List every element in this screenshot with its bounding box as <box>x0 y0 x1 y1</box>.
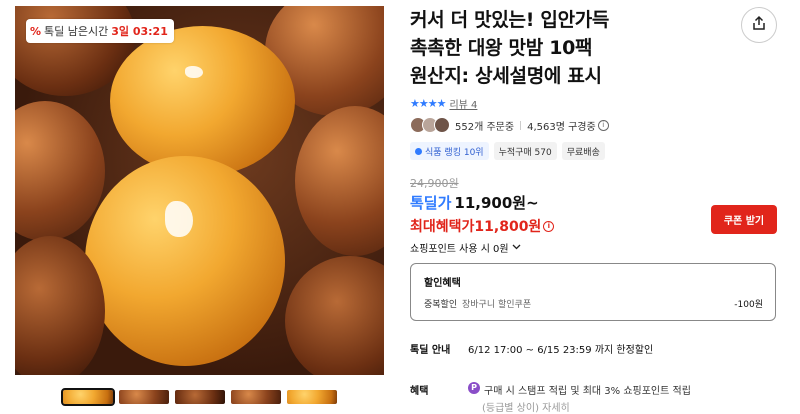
avatar-group <box>410 117 450 133</box>
chestnut-shape <box>295 106 384 256</box>
thumbnail[interactable] <box>231 390 281 404</box>
thumbnail[interactable] <box>175 390 225 404</box>
chestnut-shape <box>15 101 105 241</box>
viewers-count: 4,563명 구경중 <box>527 121 596 133</box>
points-icon: P <box>468 382 480 394</box>
social-proof-row: 552개 주문중 4,563명 구경중 i <box>410 117 609 133</box>
benefit-label: 혜택 <box>410 386 429 397</box>
share-icon <box>751 15 767 35</box>
orders-count: 552개 주문중 <box>455 121 515 133</box>
timer-value: 3일 03:21 <box>111 25 168 38</box>
rating-row: ★★★★ 리뷰 4 <box>410 96 477 111</box>
discount-box: 할인혜택 중복할인 장바구니 할인쿠폰 -100원 <box>410 263 776 321</box>
thumbnail[interactable] <box>287 390 337 404</box>
discount-amount: -100원 <box>734 300 763 310</box>
discount-row-label: 중복할인 <box>424 300 458 310</box>
benefit-row: 혜택 P 구매 시 스탬프 적립 및 최대 3% 쇼핑포인트 적립 <box>410 382 691 397</box>
deal-price-value: 11,900원~ <box>454 194 539 212</box>
max-benefit-row: 최대혜택가 11,800원 i <box>410 216 555 236</box>
original-price: 24,900원 <box>410 177 459 190</box>
deal-price-row: 톡딜가 11,900원~ <box>410 192 539 213</box>
review-link[interactable]: 리뷰 4 <box>449 96 477 111</box>
title-line: 원산지: 상세설명에 표시 <box>410 65 602 87</box>
benefit-detail-link[interactable]: (등급별 상이) 자세히 <box>482 399 570 414</box>
info-icon[interactable]: i <box>543 220 555 232</box>
discount-header: 할인혜택 <box>424 278 461 289</box>
deal-info-label: 톡딜 안내 <box>410 345 451 356</box>
highlight-shape <box>165 201 193 237</box>
chestnut-shape <box>285 256 384 375</box>
product-image <box>15 6 384 375</box>
title-line: 촉촉한 대왕 맛밤 10팩 <box>410 37 593 59</box>
thumbnail[interactable] <box>119 390 169 404</box>
chestnut-shape <box>85 156 285 366</box>
ranking-icon <box>415 147 422 155</box>
chip-label: 누적구매 570 <box>498 147 552 158</box>
divider <box>520 120 522 130</box>
max-benefit-value: 11,800원 <box>474 219 542 235</box>
share-button[interactable] <box>741 7 777 43</box>
star-rating-icon: ★★★★ <box>410 97 446 110</box>
highlight-shape <box>185 66 203 78</box>
points-label: 쇼핑포인트 사용 시 <box>410 244 490 255</box>
thumbnail[interactable] <box>61 388 115 406</box>
deal-info-row: 톡딜 안내 6/12 17:00 ~ 6/15 23:59 까지 한정할인 <box>410 341 653 356</box>
product-title: 커서 더 맛있는! 입안가득 촉촉한 대왕 맛밤 10팩 원산지: 상세설명에 … <box>410 6 720 90</box>
points-value: 0원 <box>492 244 509 255</box>
badge-row: 식품 랭킹 10위 누적구매 570 무료배송 <box>410 142 605 160</box>
deal-timer-badge: % 톡딜 남은시간 3일 03:21 <box>26 19 174 43</box>
free-shipping-chip: 무료배송 <box>561 142 605 160</box>
ranking-chip[interactable]: 식품 랭킹 10위 <box>410 142 489 160</box>
avatar <box>434 117 450 133</box>
timer-label: 톡딜 남은시간 <box>44 25 109 38</box>
deal-price-label: 톡딜가 <box>410 194 452 212</box>
get-coupon-button[interactable]: 쿠폰 받기 <box>711 205 777 234</box>
chip-label: 무료배송 <box>566 147 600 158</box>
benefit-text: 구매 시 스탬프 적립 및 최대 3% 쇼핑포인트 적립 <box>484 386 691 397</box>
thumbnail-strip <box>61 388 337 406</box>
info-icon[interactable]: i <box>597 119 609 131</box>
discount-row-sub: 장바구니 할인쿠폰 <box>462 300 532 310</box>
chestnut-shape <box>110 26 295 176</box>
title-line: 커서 더 맛있는! 입안가득 <box>410 9 610 31</box>
deal-info-value: 6/12 17:00 ~ 6/15 23:59 까지 한정할인 <box>468 345 654 356</box>
percent-icon: % <box>30 24 42 38</box>
points-dropdown[interactable]: 쇼핑포인트 사용 시 0원 <box>410 240 521 255</box>
discount-row: 중복할인 장바구니 할인쿠폰 <box>424 297 531 310</box>
max-benefit-label: 최대혜택가 <box>410 219 475 235</box>
chevron-down-icon <box>512 242 521 254</box>
ranking-chip-label: 식품 랭킹 10위 <box>425 147 484 158</box>
cumulative-purchase-chip: 누적구매 570 <box>493 142 557 160</box>
